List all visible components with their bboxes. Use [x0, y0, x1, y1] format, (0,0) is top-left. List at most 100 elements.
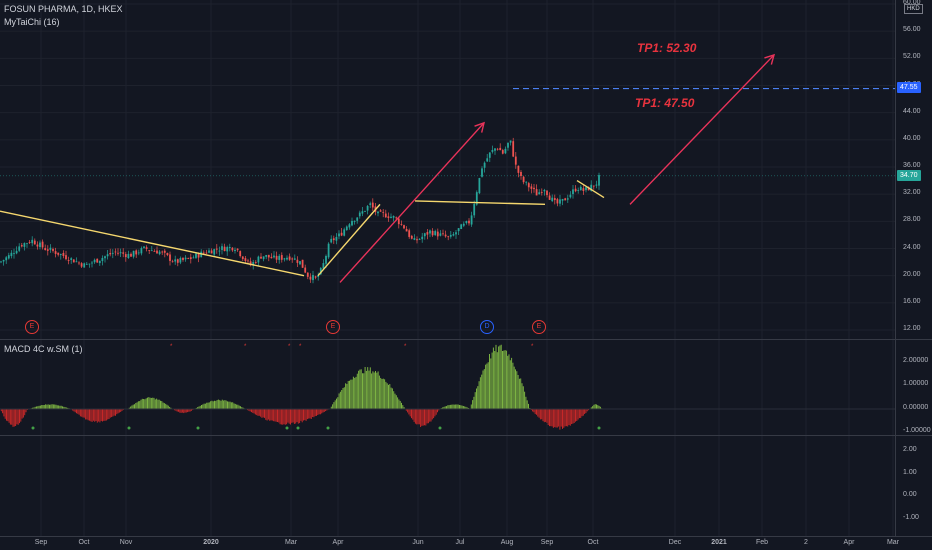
candle — [122, 252, 125, 254]
time-tick-label: 2020 — [203, 539, 219, 546]
candle — [486, 158, 489, 162]
candle — [65, 255, 67, 260]
earnings-event-marker[interactable]: E — [326, 320, 340, 334]
candle — [548, 195, 551, 200]
candle — [514, 156, 517, 165]
candle — [540, 192, 543, 193]
price-tick-label: 60.00 — [903, 0, 921, 6]
tp1-lower-annotation[interactable]: TP1: 47.50 — [635, 96, 694, 110]
candle — [470, 215, 473, 225]
candle — [413, 238, 416, 240]
candle — [75, 261, 78, 263]
candle — [218, 250, 221, 252]
candle — [223, 246, 226, 252]
candle — [439, 233, 442, 236]
candle — [330, 238, 333, 243]
macd-tick-label: 2.00000 — [903, 357, 929, 364]
candle — [538, 192, 541, 195]
candle — [390, 216, 392, 218]
candle — [143, 246, 145, 248]
lower-tick-label: 0.00 — [903, 491, 917, 499]
candle — [364, 210, 366, 212]
candle — [421, 236, 424, 240]
candle — [525, 181, 528, 183]
price-tick-label: 40.00 — [903, 134, 921, 142]
candle — [340, 232, 343, 236]
candle — [93, 259, 96, 263]
candle — [257, 256, 260, 263]
level-price-tag: 47.55 — [897, 82, 921, 93]
candle — [452, 234, 455, 236]
candle — [460, 224, 463, 229]
candle — [57, 252, 60, 255]
candle — [145, 247, 148, 249]
dividend-event-marker[interactable]: D — [480, 320, 494, 334]
candle — [468, 220, 470, 224]
candle — [551, 197, 554, 202]
candle — [304, 267, 307, 273]
candle — [80, 263, 83, 267]
candle — [72, 259, 75, 263]
earnings-event-marker[interactable]: E — [532, 320, 546, 334]
indicator-mytaichi-label[interactable]: MyTaiChi (16) — [4, 17, 60, 27]
signal-dot — [127, 426, 131, 430]
candle — [444, 234, 447, 237]
candle — [504, 148, 507, 154]
candle — [423, 233, 426, 237]
candle — [46, 249, 49, 251]
candle — [239, 251, 242, 257]
chart-canvas[interactable]: * * * * * * — [0, 0, 932, 550]
candle — [517, 165, 520, 173]
tp1-upper-annotation[interactable]: TP1: 52.30 — [637, 41, 696, 55]
candle — [561, 199, 564, 201]
candle — [392, 216, 395, 218]
candle — [85, 263, 88, 265]
candle — [288, 256, 291, 260]
candle — [546, 190, 548, 196]
candle — [41, 241, 44, 248]
symbol-title[interactable]: FOSUN PHARMA, 1D, HKEX — [4, 4, 123, 14]
candle — [351, 220, 353, 226]
indicator-macd-label[interactable]: MACD 4C w.SM (1) — [4, 344, 83, 354]
candle — [410, 235, 413, 239]
candle — [137, 252, 140, 254]
candle — [7, 255, 10, 259]
candle — [161, 251, 164, 253]
candle — [543, 189, 546, 192]
candle — [382, 212, 385, 214]
candle — [361, 211, 364, 214]
lower-tick-label: -1.00 — [903, 513, 919, 521]
candle — [67, 260, 70, 261]
candle — [408, 230, 411, 237]
candle — [343, 229, 346, 236]
time-tick-label: Aug — [500, 539, 514, 546]
candle — [556, 199, 559, 204]
candle — [301, 259, 304, 268]
signal-dot — [438, 426, 442, 430]
candle — [530, 186, 533, 189]
candle — [114, 251, 117, 253]
candle — [111, 252, 114, 254]
candle — [462, 223, 465, 226]
candle — [405, 228, 408, 232]
candle — [260, 256, 262, 259]
candle — [278, 255, 281, 260]
time-tick-label: Apr — [332, 539, 344, 546]
candle — [10, 252, 13, 257]
candle — [5, 257, 8, 261]
candle — [572, 189, 574, 195]
candle — [124, 254, 127, 258]
candle — [559, 199, 561, 204]
candle — [244, 258, 247, 262]
candle — [36, 244, 39, 247]
candle — [117, 252, 119, 254]
candle — [306, 272, 309, 277]
candle — [553, 198, 556, 201]
candle — [135, 250, 138, 255]
candle — [91, 262, 93, 264]
time-tick-label: Apr — [843, 539, 855, 546]
earnings-event-marker[interactable]: E — [25, 320, 39, 334]
candle — [449, 234, 452, 237]
candle — [335, 236, 338, 241]
candle — [234, 249, 236, 252]
